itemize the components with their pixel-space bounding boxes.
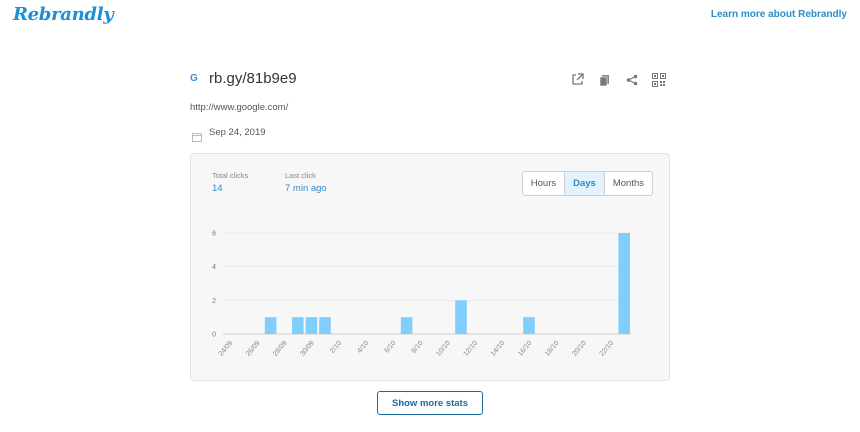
short-url[interactable]: rb.gy/81b9e9 [209,70,297,87]
x-tick-label: 8/10 [411,340,425,355]
y-tick-label: 2 [212,298,216,305]
x-tick-label: 16/10 [517,340,534,358]
chart-bar[interactable] [618,233,630,334]
x-tick-label: 12/10 [463,340,480,358]
x-tick-label: 24/09 [218,340,235,358]
share-icon[interactable] [624,72,639,87]
x-tick-label: 18/10 [544,340,561,358]
calendar-icon [192,129,202,147]
x-tick-label: 10/10 [435,340,452,358]
y-tick-label: 4 [212,264,216,271]
chart-bar[interactable] [400,317,413,334]
chart-bar[interactable] [455,300,467,334]
created-date: Sep 24, 2019 [209,127,266,138]
destination-url[interactable]: http://www.google.com/ [190,102,288,113]
chart-bar[interactable] [319,317,331,334]
qr-code-icon[interactable] [651,72,666,87]
stats-card: Total clicks 14 Last click 7 min ago Hou… [190,153,670,381]
x-tick-label: 26/09 [245,340,262,358]
open-external-icon[interactable] [570,72,585,87]
y-tick-label: 6 [212,231,216,238]
y-tick-label: 0 [212,332,216,339]
link-details: G rb.gy/81b9e9 http://www.google.com/ Se… [190,68,670,142]
chart-bar[interactable] [264,317,277,334]
x-tick-label: 30/09 [299,340,316,358]
link-actions [570,72,666,87]
learn-more-link[interactable]: Learn more about Rebrandly [711,9,847,20]
x-tick-label: 22/10 [599,340,616,358]
x-tick-label: 20/10 [571,340,588,358]
rebrandly-logo[interactable]: Rebrandly [13,4,114,25]
x-tick-label: 4/10 [356,340,370,355]
chart-bar[interactable] [523,317,535,334]
show-more-stats-button[interactable]: Show more stats [377,391,483,415]
link-header: G rb.gy/81b9e9 [190,68,670,92]
x-tick-label: 2/10 [329,340,343,355]
x-tick-label: 28/09 [272,340,289,358]
chart-bar[interactable] [305,317,318,334]
chart-bar[interactable] [292,317,304,334]
copy-icon[interactable] [597,72,612,87]
clicks-bar-chart: 0 2 4 6 24/09 26/09 28/09 30/09 2/10 4/10 6/10 8/10… [212,231,631,358]
x-tick-label: 6/10 [383,340,397,355]
x-tick-label: 14/10 [490,340,507,358]
google-favicon-icon: G [190,73,198,84]
